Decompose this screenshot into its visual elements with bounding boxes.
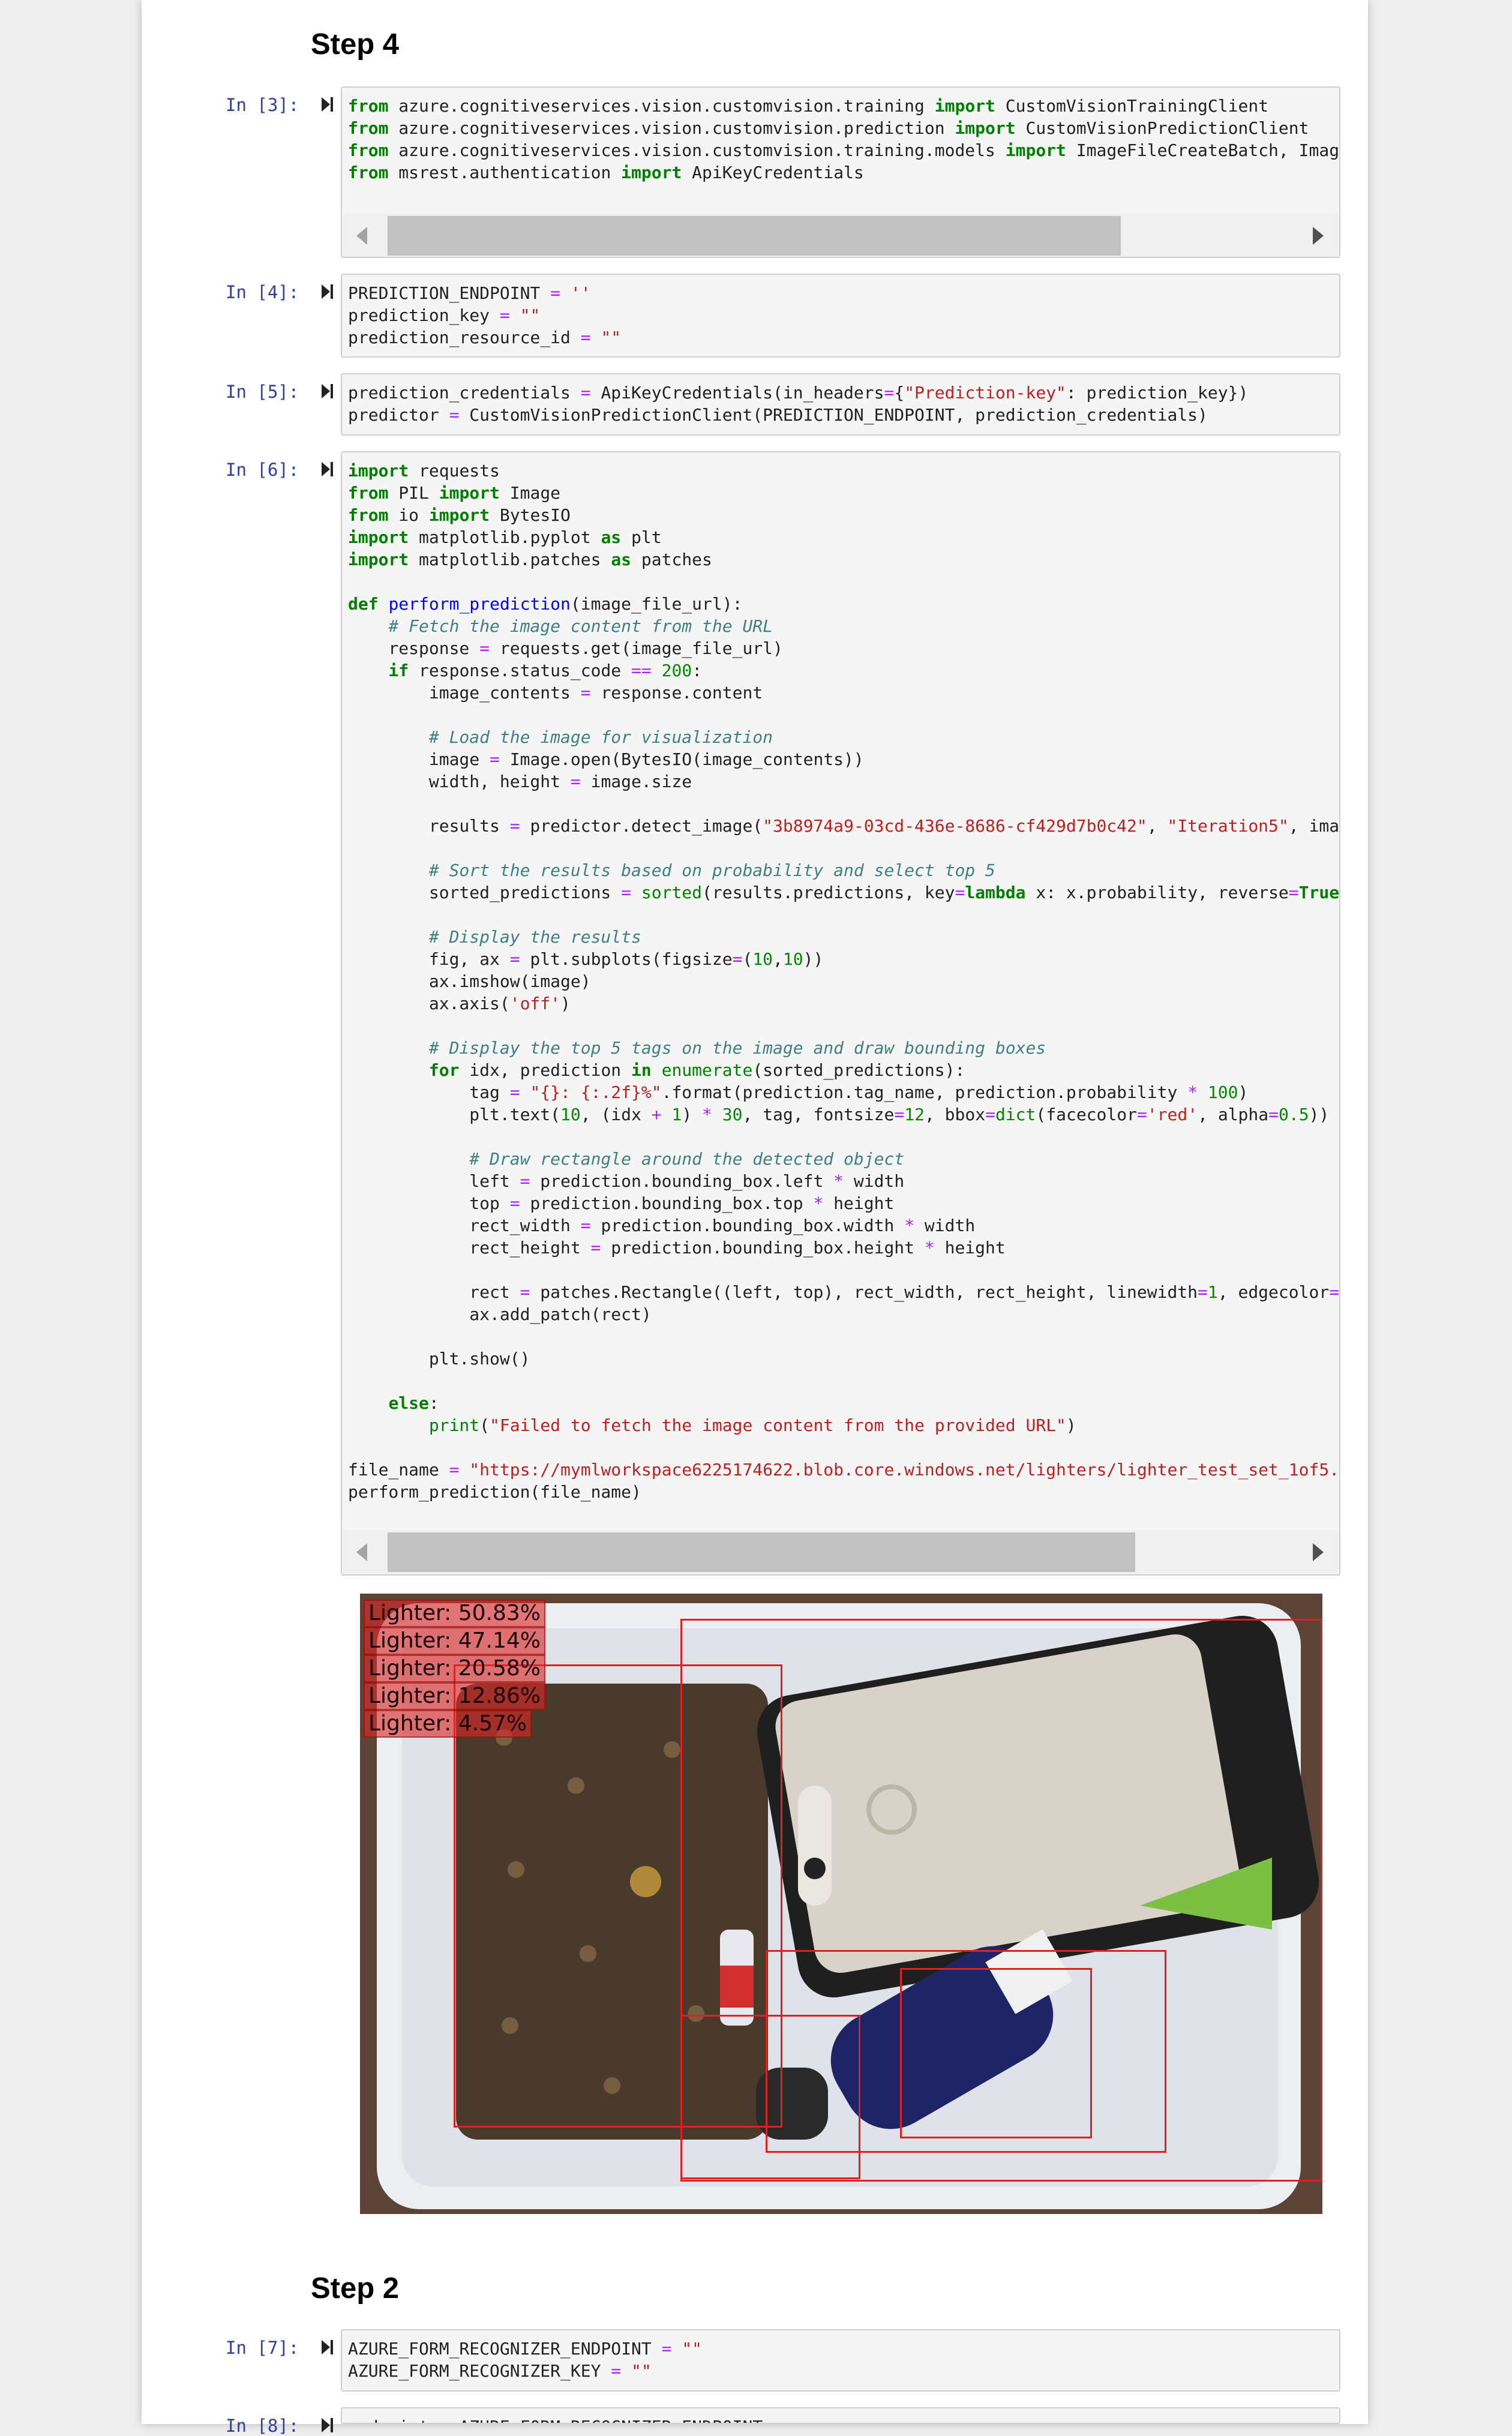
code-line: PREDICTION_ENDPOINT = '' [348,283,591,303]
code-line: from io import BytesIO [348,505,571,525]
prediction-output-image: Lighter: 50.83% Lighter: 47.14% Lighter:… [360,1594,1322,2214]
code-line: sorted_predictions = sorted(results.pred… [348,883,1340,902]
code-line: rect_height = prediction.bounding_box.he… [348,1238,1006,1258]
code-line: results = predictor.detect_image("3b8974… [348,816,1340,836]
code-line: print("Failed to fetch the image content… [428,1415,1076,1435]
code-line: # Fetch the image content from the URL [388,616,773,636]
prediction-tag: Lighter: 20.58% [364,1655,545,1682]
code-cell-5[interactable]: prediction_credentials = ApiKeyCredentia… [341,373,1340,436]
code-line: rect = patches.Rectangle((left, top), re… [348,1282,1340,1302]
cell-prompt-5: In [5]: [226,382,299,402]
cell-prompt-8: In [8]: [226,2416,299,2436]
code-line: prediction_resource_id = "" [348,328,622,347]
code-line: ax.add_patch(rect) [348,1304,652,1324]
horizontal-scrollbar[interactable] [343,1530,1338,1574]
collapse-cell-icon[interactable] [320,2417,334,2434]
code-block[interactable]: endpoint = AZURE_FORM_RECOGNIZER_ENDPOIN… [348,2416,763,2423]
code-line: from azure.cognitiveservices.vision.cust… [348,96,1269,116]
collapse-cell-icon[interactable] [320,96,334,113]
code-line: # Load the image for visualization [428,727,773,747]
code-cell-4[interactable]: PREDICTION_ENDPOINT = '' prediction_key … [341,274,1340,358]
code-cell-6[interactable]: import requests from PIL import Image fr… [341,451,1340,1576]
code-line: left = prediction.bounding_box.left * wi… [348,1171,905,1191]
code-line: from PIL import Image [348,483,561,503]
code-line: file_name = "https://mymlworkspace622517… [348,1460,1340,1480]
code-line: ax.axis('off') [348,994,571,1013]
code-line: AZURE_FORM_RECOGNIZER_ENDPOINT = "" [348,2339,703,2359]
heading-step-2: Step 2 [311,2272,400,2305]
code-line: width, height = image.size [348,772,692,791]
code-line: if response.status_code == 200: [388,661,703,680]
code-line: from azure.cognitiveservices.vision.cust… [348,140,1340,160]
code-line: endpoint = AZURE_FORM_RECOGNIZER_ENDPOIN… [348,2417,763,2423]
code-line: from azure.cognitiveservices.vision.cust… [348,118,1309,138]
code-cell-3[interactable]: from azure.cognitiveservices.vision.cust… [341,86,1340,258]
code-line: image_contents = response.content [348,683,763,703]
code-block[interactable]: from azure.cognitiveservices.vision.cust… [348,95,1340,184]
code-line: # Sort the results based on probability … [428,860,995,880]
code-cell-7[interactable]: AZURE_FORM_RECOGNIZER_ENDPOINT = "" AZUR… [341,2329,1340,2392]
code-block[interactable]: AZURE_FORM_RECOGNIZER_ENDPOINT = "" AZUR… [348,2338,702,2382]
bounding-box [900,1968,1092,2138]
code-line: plt.text(10, (idx + 1) * 30, tag, fontsi… [348,1105,1330,1124]
collapse-cell-icon[interactable] [320,461,334,478]
prediction-tag: Lighter: 12.86% [364,1682,545,1710]
code-line: # Display the top 5 tags on the image an… [428,1038,1046,1058]
code-line: # Draw rectangle around the detected obj… [469,1149,905,1169]
scrollbar-thumb[interactable] [388,216,1121,256]
code-line: # Display the results [428,927,641,947]
code-line: rect_width = prediction.bounding_box.wid… [348,1216,976,1235]
code-line: top = prediction.bounding_box.top * heig… [348,1193,895,1213]
code-block[interactable]: prediction_credentials = ApiKeyCredentia… [348,382,1248,426]
cell-prompt-6: In [6]: [226,460,299,480]
prediction-tag: Lighter: 4.57% [364,1710,532,1738]
code-line: prediction_key = "" [348,305,541,325]
cell-prompt-4: In [4]: [226,282,299,302]
scroll-right-arrow-icon[interactable] [1312,1542,1325,1562]
scroll-left-arrow-icon[interactable] [355,1542,368,1562]
code-line: import matplotlib.pyplot as plt [348,527,662,547]
code-line: predictor = CustomVisionPredictionClient… [348,405,1208,425]
cell-prompt-7: In [7]: [226,2338,299,2358]
code-line: def perform_prediction(image_file_url): [348,594,743,614]
code-line: else: [388,1393,439,1413]
code-line: prediction_credentials = ApiKeyCredentia… [348,383,1249,403]
code-block[interactable]: PREDICTION_ENDPOINT = '' prediction_key … [348,282,621,349]
code-line: fig, ax = plt.subplots(figsize=(10,10)) [348,949,824,969]
horizontal-scrollbar[interactable] [343,214,1338,257]
collapse-cell-icon[interactable] [320,2339,334,2356]
collapse-cell-icon[interactable] [320,383,334,400]
code-line: from msrest.authentication import ApiKey… [348,163,864,182]
scroll-left-arrow-icon[interactable] [355,226,368,246]
heading-step-4: Step 4 [311,28,400,61]
cell-prompt-3: In [3]: [226,95,299,115]
code-block[interactable]: import requests from PIL import Image fr… [348,460,1340,1503]
code-line: ax.imshow(image) [348,971,591,991]
code-line: for idx, prediction in enumerate(sorted_… [428,1060,965,1080]
scrollbar-thumb[interactable] [388,1532,1135,1572]
scroll-right-arrow-icon[interactable] [1312,226,1325,246]
code-line: import matplotlib.patches as patches [348,550,712,569]
collapse-cell-icon[interactable] [320,283,334,300]
code-line: AZURE_FORM_RECOGNIZER_KEY = "" [348,2361,652,2381]
code-cell-8[interactable]: endpoint = AZURE_FORM_RECOGNIZER_ENDPOIN… [341,2407,1340,2424]
code-line: import requests [348,461,500,481]
code-line: image = Image.open(BytesIO(image_content… [348,749,864,769]
prediction-tag: Lighter: 50.83% [364,1600,545,1627]
code-line: response = requests.get(image_file_url) [348,638,783,658]
code-line: perform_prediction(file_name) [348,1482,641,1502]
code-line: plt.show() [348,1349,530,1369]
bounding-box [680,2015,860,2179]
prediction-tag: Lighter: 47.14% [364,1627,545,1655]
code-line: tag = "{}: {:.2f}%".format(prediction.ta… [348,1082,1249,1102]
